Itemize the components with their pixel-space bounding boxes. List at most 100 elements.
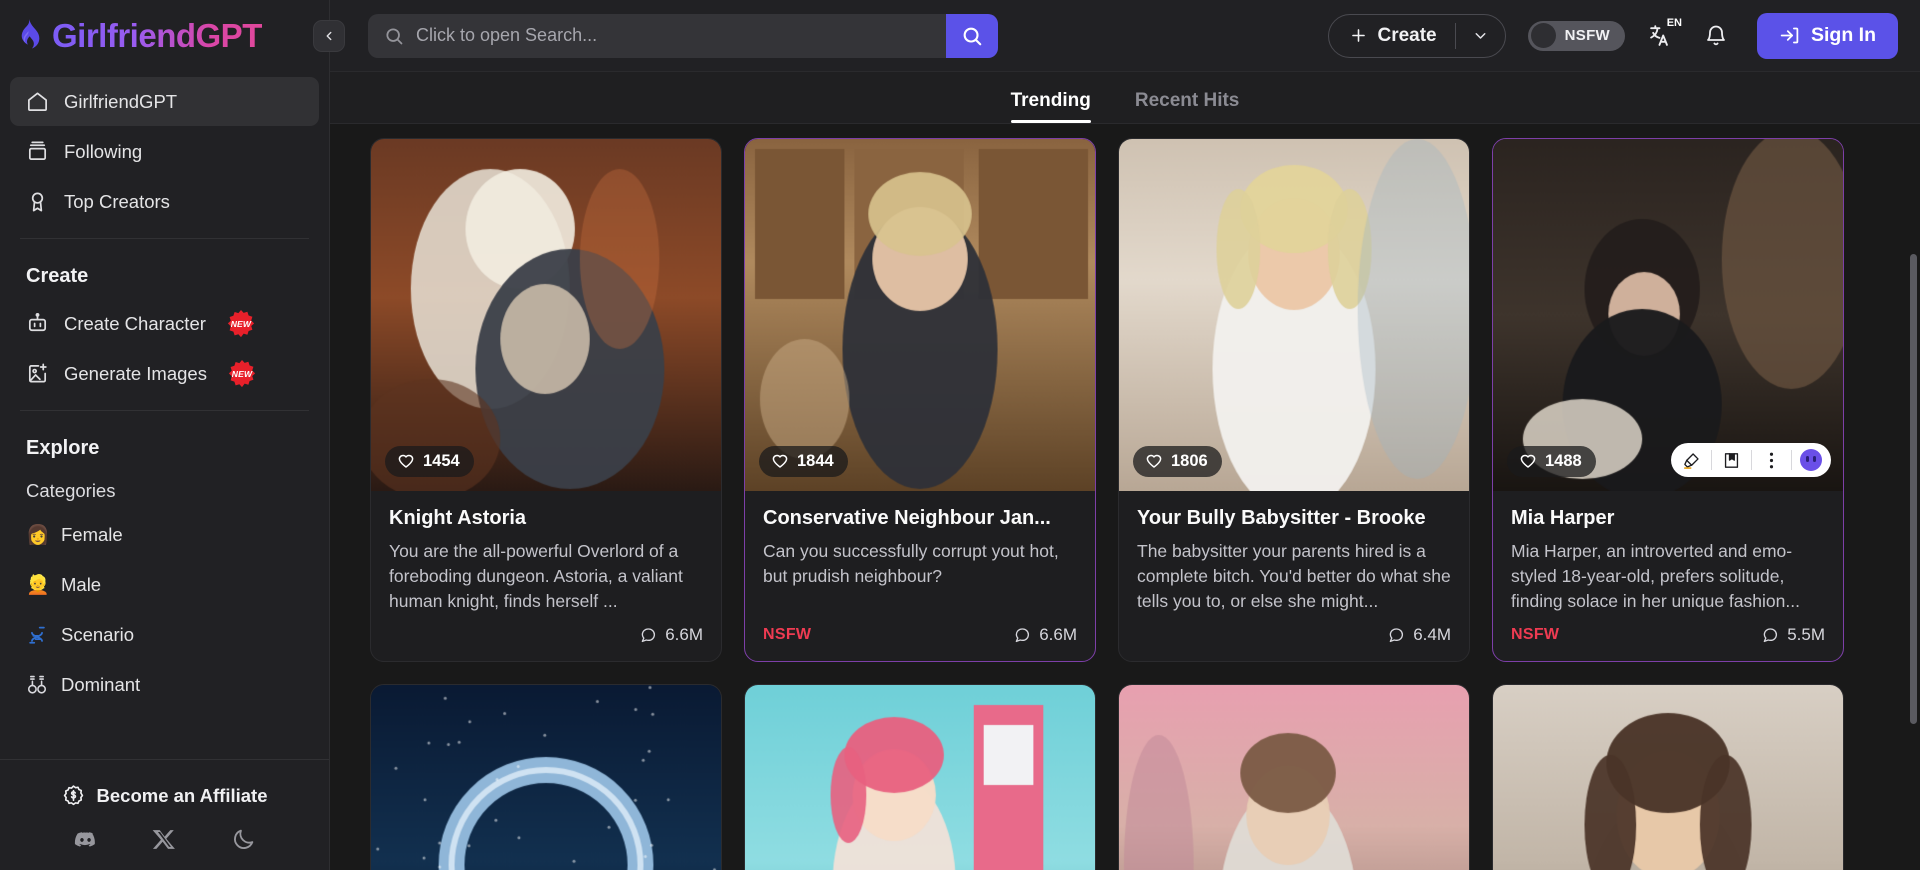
search-bar[interactable] [368,14,998,58]
card-footer: 6.6M [389,623,703,647]
create-button-group[interactable]: Create [1328,14,1505,58]
card-image [1493,685,1843,870]
card-thumbnail[interactable] [371,685,721,870]
sidebar-footer: Become an Affiliate [0,759,329,870]
create-button[interactable]: Create [1329,15,1454,57]
brand-logo[interactable]: GirlfriendGPT [0,0,329,72]
app-root: GirlfriendGPT GirlfriendGPT Following To… [0,0,1920,870]
comment-count: 6.6M [665,625,703,645]
image-plus-icon [26,362,49,385]
notifications-button[interactable] [1695,15,1737,57]
card-hover-actions [1671,443,1831,477]
sidebar-divider [20,238,309,239]
bookmark-book-icon[interactable] [1711,443,1751,477]
comment-icon [1013,626,1031,644]
chevron-left-icon [322,29,336,43]
character-card[interactable]: 1488 Mia Harper Mia Harper, an introvert… [1492,138,1844,662]
bell-icon [1704,24,1728,48]
flame-icon [14,19,44,53]
card-thumbnail[interactable] [1493,685,1843,870]
sign-in-button[interactable]: Sign In [1757,13,1898,59]
search-input[interactable] [416,25,946,46]
affiliate-label: Become an Affiliate [97,785,268,807]
new-badge: NEW [228,360,256,388]
creator-avatar[interactable] [1791,443,1831,477]
nsfw-label: NSFW [1565,27,1610,44]
card-image [371,685,721,870]
category-label: Dominant [61,674,140,696]
comment-count-group: 5.5M [1761,625,1825,645]
card-footer: NSFW 6.6M [763,623,1077,647]
sidebar-category-female[interactable]: 👩 Female [0,510,329,560]
comment-count-group: 6.4M [1387,625,1451,645]
character-card[interactable] [1492,684,1844,870]
more-options-icon[interactable] [1751,443,1791,477]
sidebar-scroll-area: GirlfriendGPT Following Top Creators Cre… [0,72,329,759]
category-label: Scenario [61,624,134,646]
sidebar-category-scenario[interactable]: Scenario [0,610,329,660]
tab-recent-hits[interactable]: Recent Hits [1135,90,1240,123]
heart-icon [1519,453,1537,471]
card-thumbnail[interactable]: 1488 [1493,139,1843,491]
search-submit-button[interactable] [946,14,998,58]
sidebar-item-following[interactable]: Following [10,127,319,176]
create-dropdown-button[interactable] [1456,15,1505,57]
toggle-knob [1531,23,1556,48]
character-card[interactable] [744,684,1096,870]
comment-icon [1761,626,1779,644]
card-thumbnail[interactable]: 1806 [1119,139,1469,491]
like-badge: 1844 [759,446,848,477]
card-description: Mia Harper, an introverted and emo-style… [1511,539,1825,613]
card-thumbnail[interactable] [745,685,1095,870]
chevron-down-icon [1472,27,1489,44]
home-icon [26,90,49,113]
like-count: 1844 [797,452,834,471]
tab-trending[interactable]: Trending [1011,90,1091,123]
become-affiliate-button[interactable]: Become an Affiliate [0,776,329,827]
card-title: Mia Harper [1511,507,1825,530]
nsfw-toggle[interactable]: NSFW [1528,21,1625,51]
brand-name: GirlfriendGPT [52,17,262,55]
sidebar-item-top-creators[interactable]: Top Creators [10,177,319,226]
heart-icon [771,453,789,471]
comment-count-group: 6.6M [1013,625,1077,645]
sidebar-category-male[interactable]: 👱 Male [0,560,329,610]
character-card[interactable]: 1454 Knight Astoria You are the all-powe… [370,138,722,662]
card-body: Your Bully Babysitter - Brooke The babys… [1119,491,1469,661]
sidebar-item-create-character[interactable]: Create Character NEW [10,299,319,348]
discord-icon[interactable] [73,827,98,852]
card-thumbnail[interactable]: 1844 [745,139,1095,491]
new-badge: NEW [227,310,255,338]
card-image [1119,685,1469,870]
comment-count: 5.5M [1787,625,1825,645]
highlighter-icon[interactable] [1671,443,1711,477]
search-icon [384,26,404,46]
character-card-grid: 1454 Knight Astoria You are the all-powe… [370,138,1898,870]
like-badge: 1488 [1507,446,1596,477]
sidebar-item-generate-images[interactable]: Generate Images NEW [10,349,319,398]
character-card[interactable] [370,684,722,870]
character-card[interactable] [1118,684,1470,870]
character-card[interactable]: 1844 Conservative Neighbour Jan... Can y… [744,138,1096,662]
card-description: The babysitter your parents hired is a c… [1137,539,1451,613]
tab-bar: Trending Recent Hits [330,72,1920,124]
sidebar-category-dominant[interactable]: Dominant [0,660,329,710]
card-thumbnail[interactable]: 1454 [371,139,721,491]
robot-icon [26,312,49,335]
character-card[interactable]: 1806 Your Bully Babysitter - Brooke The … [1118,138,1470,662]
card-thumbnail[interactable] [1119,685,1469,870]
category-label: Female [61,524,123,546]
sidebar-collapse-button[interactable] [313,20,345,52]
like-count: 1806 [1171,452,1208,471]
sidebar-item-girlfriendgpt[interactable]: GirlfriendGPT [10,77,319,126]
moon-dark-mode-icon[interactable] [231,827,256,852]
plus-icon [1349,26,1368,45]
content-scrollbar[interactable] [1910,254,1917,724]
language-button[interactable]: EN [1639,15,1681,57]
x-twitter-icon[interactable] [152,827,177,852]
card-title: Conservative Neighbour Jan... [763,507,1077,530]
main-area: Create NSFW EN [330,0,1920,870]
sidebar-item-label: Create Character [64,313,206,335]
sidebar-item-label: GirlfriendGPT [64,91,177,113]
card-title: Your Bully Babysitter - Brooke [1137,507,1451,530]
